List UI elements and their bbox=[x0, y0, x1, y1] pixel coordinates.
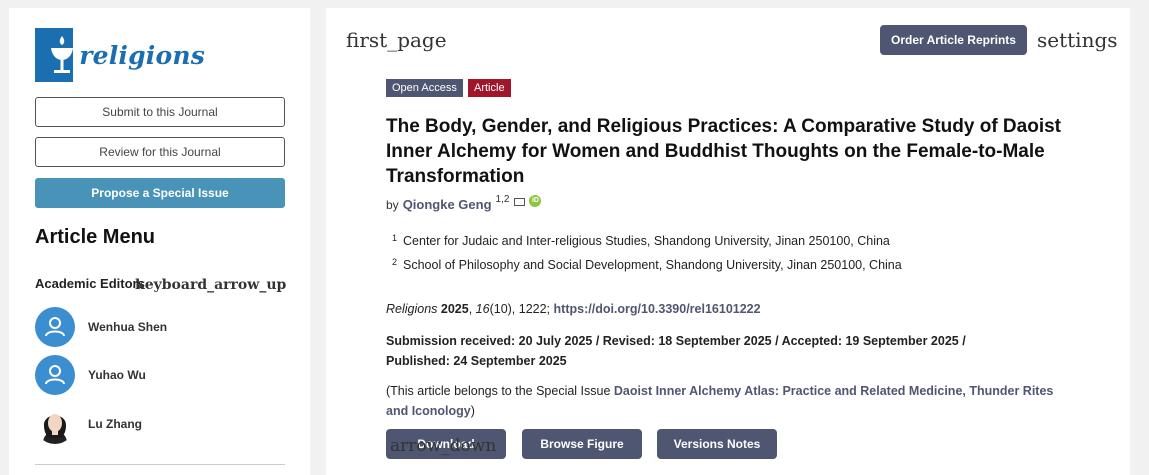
person-icon bbox=[35, 355, 75, 395]
editor-photo-avatar bbox=[35, 404, 75, 444]
logo-emblem-icon bbox=[35, 28, 74, 82]
review-journal-button[interactable]: Review for this Journal bbox=[35, 137, 285, 167]
orcid-icon[interactable]: iD bbox=[529, 194, 542, 207]
editor-name: Lu Zhang bbox=[88, 417, 142, 431]
person-icon bbox=[35, 307, 75, 347]
by-label: by bbox=[386, 197, 399, 212]
editor-item[interactable]: Lu Zhang bbox=[35, 404, 142, 444]
propose-special-issue-button[interactable]: Propose a Special Issue bbox=[35, 178, 285, 208]
affiliation-text: School of Philosophy and Social Developm… bbox=[403, 258, 902, 272]
special-issue-prefix: (This article belongs to the Special Iss… bbox=[386, 384, 611, 398]
editor-name: Wenhua Shen bbox=[88, 320, 168, 334]
editor-item[interactable]: Yuhao Wu bbox=[35, 355, 146, 395]
keyboard-arrow-up-icon[interactable]: keyboard_arrow_up bbox=[135, 277, 286, 293]
citation-volume: 16 bbox=[475, 302, 490, 316]
author-affiliation-sup: 1,2 bbox=[495, 194, 510, 205]
mail-icon[interactable] bbox=[514, 197, 526, 206]
article-menu-title: Article Menu bbox=[35, 226, 156, 248]
first-page-icon[interactable]: first_page bbox=[346, 28, 447, 52]
affiliation-text: Center for Judaic and Inter-religious St… bbox=[403, 234, 890, 248]
citation-year: 2025 bbox=[440, 302, 469, 316]
citation-journal: Religions bbox=[386, 302, 438, 316]
browse-figure-button[interactable]: Browse Figure bbox=[522, 429, 642, 459]
affiliation-number: 2 bbox=[392, 257, 398, 267]
article-type-badge: Article bbox=[468, 79, 511, 97]
author-line: by Qiongke Geng 1,2 iD bbox=[386, 194, 542, 212]
citation-rest: (10), 1222; bbox=[489, 302, 551, 316]
article-title: The Body, Gender, and Religious Practice… bbox=[386, 116, 1061, 187]
logo-text: religions bbox=[79, 40, 205, 70]
special-issue-suffix: ) bbox=[470, 404, 475, 418]
submit-journal-button[interactable]: Submit to this Journal bbox=[35, 97, 285, 127]
affiliation-item: 2 School of Philosophy and Social Develop… bbox=[392, 257, 902, 272]
journal-sidebar: religions Submit to this Journal Review … bbox=[9, 8, 310, 475]
affiliation-number: 1 bbox=[392, 233, 398, 243]
order-reprints-button[interactable]: Order Article Reprints bbox=[880, 25, 1027, 55]
editor-name: Yuhao Wu bbox=[88, 368, 146, 382]
open-access-badge[interactable]: Open Access bbox=[386, 79, 463, 97]
academic-editors-label[interactable]: Academic Editors bbox=[35, 276, 145, 291]
citation-line: Religions 2025, 16(10), 1222; https://do… bbox=[386, 302, 761, 316]
article-panel: first_page Order Article Reprints settin… bbox=[326, 8, 1130, 475]
sidebar-divider bbox=[35, 464, 285, 465]
settings-icon[interactable]: settings bbox=[1037, 28, 1118, 52]
editor-item[interactable]: Wenhua Shen bbox=[35, 307, 167, 347]
arrow-down-icon: arrow_down bbox=[390, 436, 497, 456]
affiliation-item: 1 Center for Judaic and Inter-religious S… bbox=[392, 233, 890, 248]
doi-link[interactable]: https://doi.org/10.3390/rel16101222 bbox=[554, 302, 761, 316]
author-link[interactable]: Qiongke Geng bbox=[403, 197, 492, 212]
versions-notes-button[interactable]: Versions Notes bbox=[657, 429, 777, 459]
journal-logo[interactable]: religions bbox=[35, 28, 205, 82]
publication-dates: Submission received: 20 July 2025 / Revi… bbox=[386, 334, 966, 368]
special-issue-note: (This article belongs to the Special Iss… bbox=[386, 381, 1076, 421]
